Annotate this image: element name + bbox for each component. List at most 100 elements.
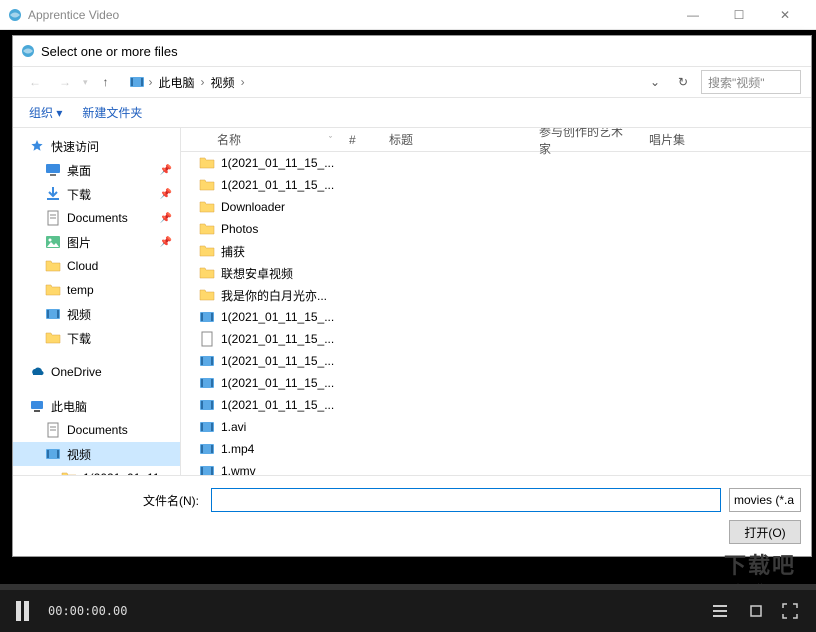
- pin-icon: 📌: [160, 165, 172, 176]
- file-name: 1(2021_01_11_15_...: [221, 398, 334, 412]
- file-row[interactable]: 我是你的白月光亦...: [181, 284, 811, 306]
- player-bar: 00:00:00.00: [0, 584, 816, 632]
- pause-button[interactable]: [16, 601, 32, 621]
- sidebar-onedrive[interactable]: OneDrive: [13, 360, 180, 384]
- file-row[interactable]: 1(2021_01_11_15_...: [181, 372, 811, 394]
- sidebar-item[interactable]: 下载 📌: [13, 182, 180, 206]
- folder-icon: [45, 282, 61, 298]
- sidebar-item-label: 下载: [67, 186, 154, 203]
- sidebar-item[interactable]: 桌面📌: [13, 158, 180, 182]
- file-name: 1(2021_01_11_15_...: [221, 156, 334, 170]
- sidebar-item[interactable]: temp: [13, 278, 180, 302]
- timecode: 00:00:00.00: [48, 604, 127, 618]
- sidebar-item[interactable]: 视频: [13, 442, 180, 466]
- refresh-button[interactable]: ↻: [671, 70, 695, 94]
- file-row[interactable]: 捕获: [181, 240, 811, 262]
- column-artist[interactable]: 参与创作的艺术家: [531, 128, 641, 151]
- doc-icon: [199, 331, 215, 347]
- maximize-button[interactable]: ☐: [716, 0, 762, 30]
- sidebar-item-label: Cloud: [67, 259, 172, 273]
- sidebar-item[interactable]: 图片📌: [13, 230, 180, 254]
- sidebar-quick-access[interactable]: 快速访问: [13, 134, 180, 158]
- sidebar-item[interactable]: Cloud: [13, 254, 180, 278]
- breadcrumb-segment[interactable]: 视频: [209, 74, 237, 91]
- file-name: 我是你的白月光亦...: [221, 287, 327, 304]
- file-name: 1(2021_01_11_15_...: [221, 310, 334, 324]
- breadcrumb-sep: ›: [149, 75, 153, 89]
- close-button[interactable]: ✕: [762, 0, 808, 30]
- sidebar-item-label: 视频: [67, 446, 172, 463]
- sidebar-item[interactable]: 视频: [13, 302, 180, 326]
- sidebar-item[interactable]: Documents: [13, 418, 180, 442]
- folder-icon: [199, 221, 215, 237]
- sidebar-item-label: 下载: [67, 330, 172, 347]
- nav-back-button[interactable]: ←: [23, 70, 47, 94]
- dialog-toolbar: 组织 ▾ 新建文件夹: [13, 98, 811, 128]
- sidebar-item-label: 图片: [67, 234, 154, 251]
- file-row[interactable]: 1(2021_01_11_15_...: [181, 350, 811, 372]
- column-name[interactable]: 名称ˇ: [181, 128, 341, 151]
- file-row[interactable]: 1.avi: [181, 416, 811, 438]
- file-name: 1.avi: [221, 420, 246, 434]
- address-dropdown-icon[interactable]: ⌄: [650, 75, 660, 89]
- column-number[interactable]: #: [341, 128, 381, 151]
- file-row[interactable]: 1.wmv: [181, 460, 811, 475]
- sidebar-item-label: 快速访问: [51, 138, 172, 155]
- video-icon: [45, 446, 61, 462]
- folder-icon: [199, 177, 215, 193]
- pin-icon: 📌: [160, 213, 172, 224]
- fullscreen-icon[interactable]: [780, 603, 800, 619]
- search-input[interactable]: 搜索"视频": [701, 70, 801, 94]
- nav-up-button[interactable]: ↑: [94, 70, 118, 94]
- file-type-filter[interactable]: movies (*.a: [729, 488, 801, 512]
- dialog-body: 快速访问 桌面📌下载📌Documents📌图片📌Cloudtemp视频下载 On…: [13, 128, 811, 475]
- filename-label: 文件名(N):: [23, 492, 203, 509]
- new-folder-button[interactable]: 新建文件夹: [82, 104, 142, 121]
- file-row[interactable]: 1(2021_01_11_15_...: [181, 394, 811, 416]
- sidebar-item[interactable]: Documents📌: [13, 206, 180, 230]
- dialog-titlebar: Select one or more files: [13, 36, 811, 66]
- file-name: 1.wmv: [221, 464, 256, 475]
- address-bar[interactable]: › 此电脑 › 视频 › ⌄: [124, 70, 665, 94]
- file-row[interactable]: Downloader: [181, 196, 811, 218]
- file-name: 1(2021_01_11_15_...: [221, 178, 334, 192]
- file-name: 1.mp4: [221, 442, 254, 456]
- file-row[interactable]: 1(2021_01_11_15_...: [181, 328, 811, 350]
- breadcrumb-segment[interactable]: 此电脑: [157, 74, 197, 91]
- crop-icon[interactable]: [746, 603, 766, 619]
- onedrive-icon: [29, 364, 45, 380]
- file-row[interactable]: 1(2021_01_11_15_...: [181, 306, 811, 328]
- nav-forward-button[interactable]: →: [53, 70, 77, 94]
- folder-icon: [45, 330, 61, 346]
- playlist-icon[interactable]: [712, 603, 732, 619]
- open-button[interactable]: 打开(O): [729, 520, 801, 544]
- file-name: 1(2021_01_11_15_...: [221, 354, 334, 368]
- sidebar-item-label: 此电脑: [51, 398, 172, 415]
- dialog-footer: 文件名(N): movies (*.a 打开(O): [13, 475, 811, 556]
- sidebar-item[interactable]: 1(2021_01_11...: [13, 466, 180, 475]
- documents-icon: [45, 422, 61, 438]
- column-album[interactable]: 唱片集: [641, 128, 721, 151]
- file-row[interactable]: 1(2021_01_11_15_...: [181, 174, 811, 196]
- sidebar-item[interactable]: 下载: [13, 326, 180, 350]
- nav-dropdown-icon[interactable]: ▾: [83, 77, 88, 88]
- video-icon: [199, 375, 215, 391]
- organize-menu[interactable]: 组织 ▾: [29, 104, 62, 121]
- file-name: 捕获: [221, 243, 245, 260]
- sidebar-item-label: 视频: [67, 306, 172, 323]
- folder-icon: [199, 265, 215, 281]
- video-folder-icon: [129, 74, 145, 90]
- sidebar-this-pc[interactable]: 此电脑: [13, 394, 180, 418]
- window-controls: — ☐ ✕: [670, 0, 808, 30]
- file-row[interactable]: Photos: [181, 218, 811, 240]
- file-row[interactable]: 1.mp4: [181, 438, 811, 460]
- pin-icon: 📌: [160, 189, 172, 200]
- column-title[interactable]: 标题: [381, 128, 531, 151]
- folder-icon: [45, 258, 61, 274]
- minimize-button[interactable]: —: [670, 0, 716, 30]
- file-row[interactable]: 联想安卓视频: [181, 262, 811, 284]
- filename-input[interactable]: [211, 488, 721, 512]
- breadcrumb-sep: ›: [201, 75, 205, 89]
- file-row[interactable]: 1(2021_01_11_15_...: [181, 152, 811, 174]
- sidebar-item-label: 1(2021_01_11...: [83, 471, 172, 475]
